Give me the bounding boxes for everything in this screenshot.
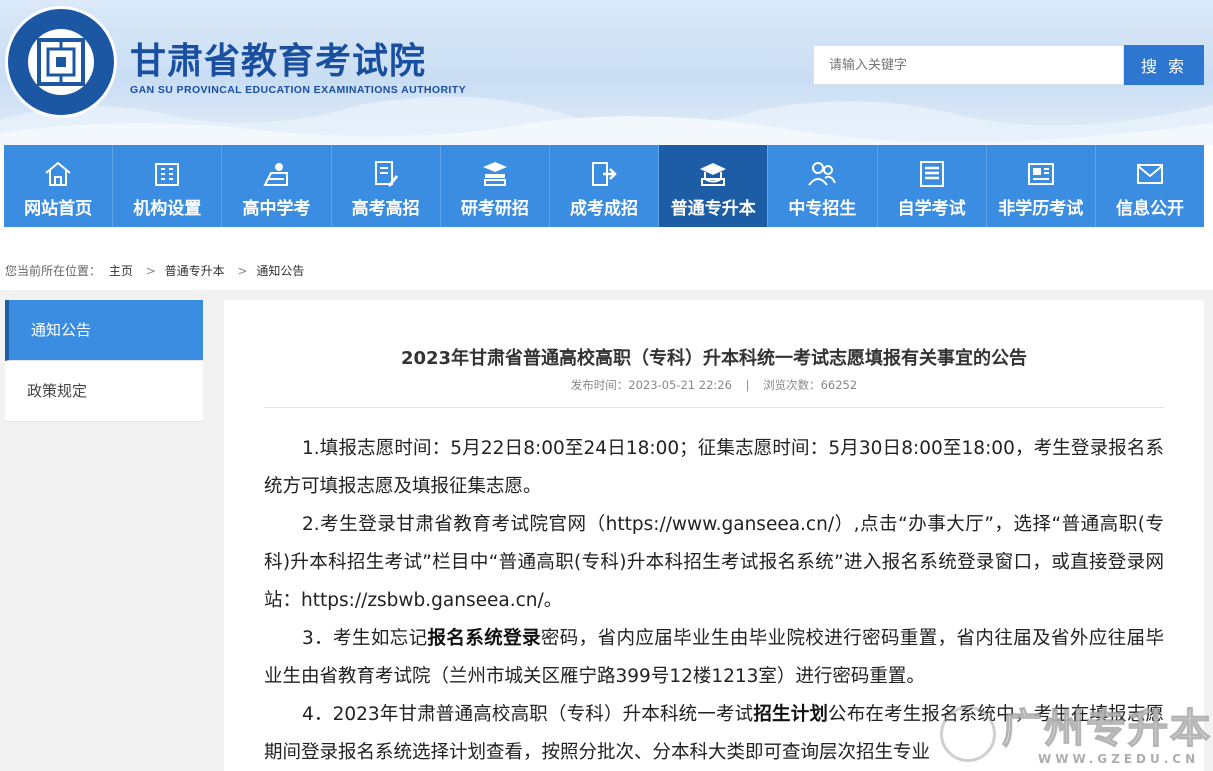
breadcrumb-home[interactable]: 主页	[109, 264, 133, 278]
article-title: 2023年甘肃省普通高校高职（专科）升本科统一考试志愿填报有关事宜的公告	[400, 348, 1028, 369]
paragraph-3: 3．考生如忘记报名系统登录密码，省内应届毕业生由毕业院校进行密码重置，省内往届及…	[264, 620, 1164, 696]
site-header: 甘肃省教育考试院 GAN SU PROVINCAL EDUCATION EXAM…	[0, 0, 1213, 145]
nav-item-non-degree-exam[interactable]: 非学历考试	[986, 145, 1096, 227]
nav-item-adult-exam[interactable]: 成考成招	[549, 145, 660, 227]
nav-item-self-study-exam[interactable]: 自学考试	[877, 145, 987, 227]
site-logo[interactable]	[5, 6, 117, 118]
breadcrumb-separator: >	[145, 264, 156, 278]
views-count: 66252	[820, 378, 858, 392]
watermark: 广州专升本 WWW.GZEDU.CN	[940, 692, 1213, 771]
nav-item-upgrade-bachelor[interactable]: 普通专升本	[659, 145, 769, 227]
nav-item-organization[interactable]: 机构设置	[113, 145, 223, 227]
watermark-logo	[940, 706, 996, 762]
paragraph-2: 2.考生登录甘肃省教育考试院官网（https://www.ganseea.cn/…	[264, 514, 1164, 611]
nav-item-vocational-admission[interactable]: 中专招生	[768, 145, 878, 227]
bold-text: 报名系统登录	[427, 628, 541, 649]
books-icon	[482, 162, 507, 186]
graduation-cap-icon	[700, 163, 727, 186]
article-meta: 发布时间：2023-05-21 22:26 | 浏览次数：66252	[224, 377, 1204, 393]
sidebar-item-notices[interactable]: 通知公告	[5, 300, 203, 361]
logo-emblem	[28, 29, 94, 95]
nav-label: 信息公开	[1115, 199, 1184, 219]
nav-item-graduate-exam[interactable]: 研考研招	[440, 145, 550, 227]
search-button[interactable]: 搜 索	[1124, 45, 1204, 85]
book-arrow-icon	[592, 162, 617, 186]
search-input[interactable]	[813, 45, 1124, 85]
nav-label: 高中学考	[242, 199, 311, 219]
sidebar-item-policies[interactable]: 政策规定	[5, 361, 203, 422]
publish-time: 2023-05-21 22:26	[628, 378, 732, 392]
text-run: 4．2023年甘肃普通高校高职（专科）升本科统一考试	[302, 704, 754, 725]
sidebar: 通知公告 政策规定	[5, 300, 203, 422]
nav-item-home[interactable]: 网站首页	[4, 145, 114, 227]
people-icon	[808, 162, 837, 186]
publish-label: 发布时间：	[570, 378, 629, 392]
student-icon	[263, 163, 289, 186]
nav-label: 普通专升本	[670, 199, 756, 219]
breadcrumb-upgrade-bachelor[interactable]: 普通专升本	[165, 264, 225, 278]
site-title: 甘肃省教育考试院	[130, 41, 427, 82]
site-title-en: GAN SU PROVINCAL EDUCATION EXAMINATIONS …	[130, 84, 466, 96]
nav-label: 自学考试	[897, 199, 966, 219]
home-icon	[45, 161, 71, 186]
views-label: 浏览次数：	[763, 378, 821, 392]
text-run: 3．考生如忘记	[302, 628, 428, 649]
watermark-url: WWW.GZEDU.CN	[1038, 752, 1200, 766]
breadcrumb-separator: >	[237, 264, 248, 278]
nav-label: 非学历考试	[998, 199, 1084, 219]
nav-item-info-disclosure[interactable]: 信息公开	[1095, 145, 1205, 227]
nav-item-highschool-exam[interactable]: 高中学考	[222, 145, 332, 227]
title-divider	[264, 407, 1164, 408]
watermark-text: 广州专升本	[1001, 705, 1212, 753]
nav-item-gaokao[interactable]: 高考高招	[331, 145, 441, 227]
nav-label: 中专招生	[788, 199, 857, 219]
nav-label: 机构设置	[133, 199, 202, 219]
mail-icon	[1136, 164, 1163, 184]
nav-label: 成考成招	[570, 199, 639, 219]
meta-divider: |	[745, 378, 750, 392]
breadcrumb: 您当前所在位置： 主页 > 普通专升本 > 通知公告	[5, 262, 308, 279]
building-icon	[155, 163, 180, 186]
nav-label: 网站首页	[24, 199, 93, 219]
bold-text: 招生计划	[753, 704, 829, 725]
nav-label: 高考高招	[351, 199, 420, 219]
id-card-icon	[1027, 163, 1054, 185]
breadcrumb-notices[interactable]: 通知公告	[256, 264, 304, 278]
main-nav: 网站首页 机构设置 高中学考 高考高招 研考研招 成考成招 普通专升本 中专招生…	[4, 145, 1205, 227]
nav-label: 研考研招	[460, 199, 529, 219]
paragraph-1: 1.填报志愿时间：5月22日8:00至24日18:00；征集志愿时间：5月30日…	[264, 438, 1164, 497]
notepad-icon	[919, 161, 944, 187]
breadcrumb-prefix: 您当前所在位置：	[5, 264, 102, 278]
document-pen-icon	[374, 161, 398, 187]
